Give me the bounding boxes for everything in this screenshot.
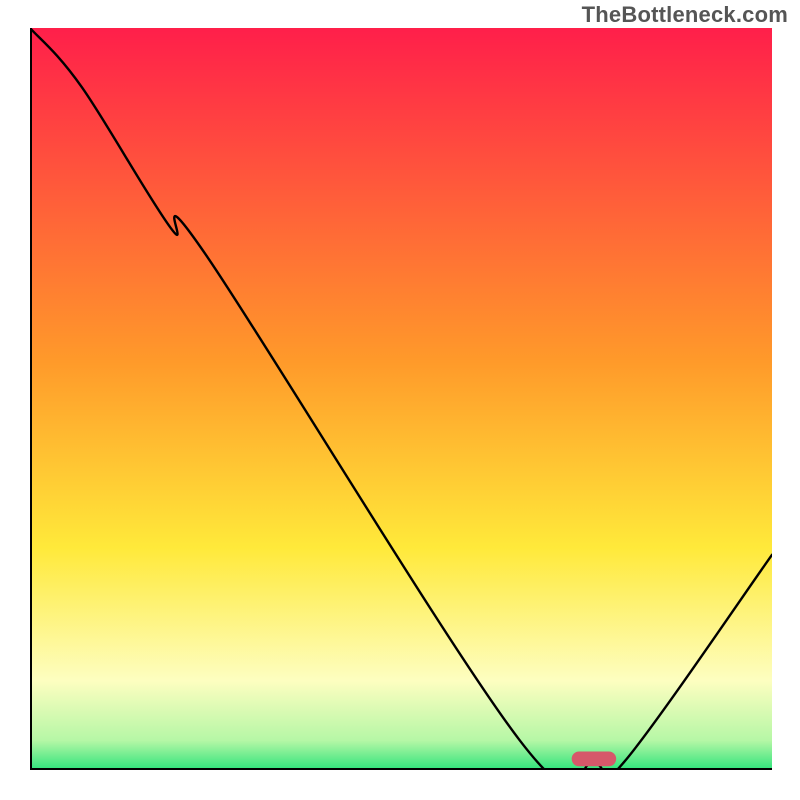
watermark-text: TheBottleneck.com	[582, 2, 788, 28]
chart-svg	[30, 28, 772, 770]
gradient-background	[30, 28, 772, 770]
chart-plot-area	[30, 28, 772, 770]
optimal-point-marker	[572, 751, 617, 766]
chart-container: TheBottleneck.com	[0, 0, 800, 800]
